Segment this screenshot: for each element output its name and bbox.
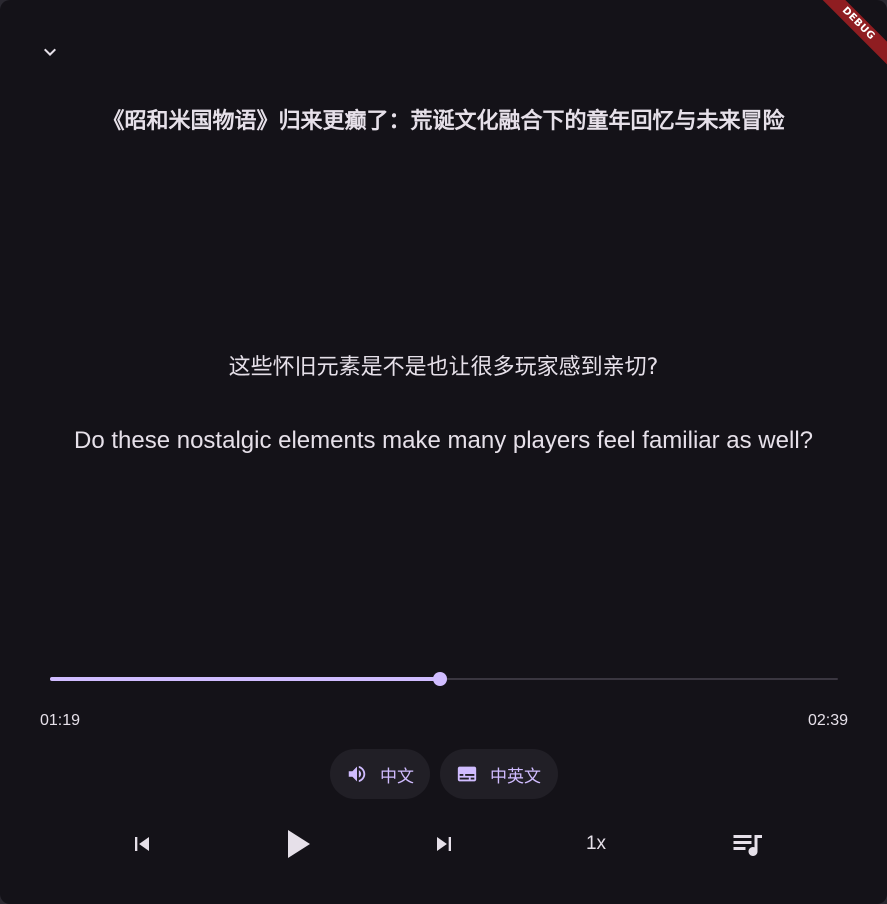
- current-time: 01:19: [40, 712, 81, 729]
- playlist-button[interactable]: [724, 822, 770, 866]
- audio-language-button[interactable]: 中文: [330, 749, 430, 799]
- playback-speed-button[interactable]: 1x: [570, 822, 622, 866]
- play-icon: [288, 830, 310, 858]
- debug-banner: DEBUG: [807, 0, 887, 80]
- debug-banner-label: DEBUG: [813, 0, 887, 69]
- playlist-icon: [733, 835, 762, 856]
- next-button[interactable]: [422, 822, 466, 866]
- player-sheet: DEBUG 《昭和米国物语》归来更癫了：荒诞文化融合下的童年回忆与未来冒险 这些…: [0, 0, 887, 904]
- skip-previous-icon: [135, 837, 149, 851]
- progress-fill: [50, 677, 441, 681]
- progress-thumb[interactable]: [433, 672, 448, 686]
- subtitle-english: Do these nostalgic elements make many pl…: [74, 427, 813, 454]
- subtitles-icon: [457, 766, 477, 782]
- total-time: 02:39: [807, 712, 848, 729]
- previous-button[interactable]: [120, 822, 164, 866]
- subtitle-mode-button[interactable]: 中英文: [440, 749, 558, 799]
- subtitle-chinese: 这些怀旧元素是不是也让很多玩家感到亲切?: [228, 355, 659, 380]
- volume-icon: [348, 765, 366, 783]
- episode-title: 《昭和米国物语》归来更癫了：荒诞文化融合下的童年回忆与未来冒险: [102, 109, 785, 134]
- skip-next-icon: [437, 837, 451, 851]
- play-button[interactable]: [270, 822, 322, 866]
- subtitle-mode-label: 中英文: [490, 766, 541, 787]
- collapse-button[interactable]: [32, 34, 68, 70]
- audio-language-label: 中文: [380, 766, 414, 787]
- progress-slider[interactable]: [50, 669, 838, 689]
- chevron-down-icon: [44, 48, 56, 56]
